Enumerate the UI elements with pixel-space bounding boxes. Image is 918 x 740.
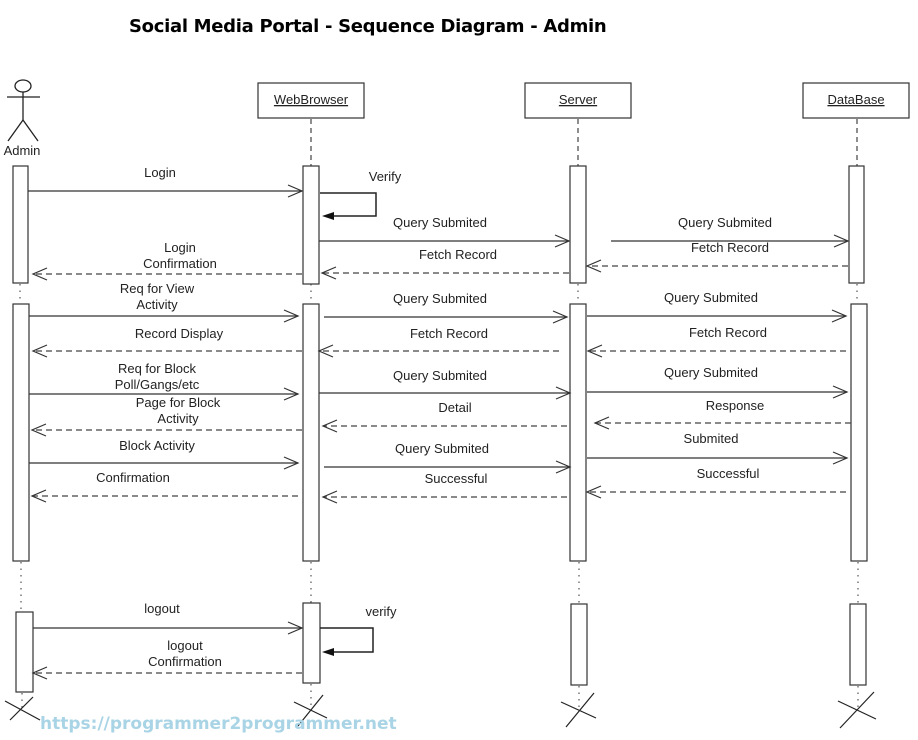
lifeline-server: Server bbox=[524, 82, 632, 119]
message-sync: Block Activity bbox=[29, 438, 300, 470]
message-label: Query Submited bbox=[393, 215, 487, 230]
message-return: logoutConfirmation bbox=[31, 638, 302, 680]
activation-bar-database bbox=[849, 603, 867, 686]
message-label: Login bbox=[144, 165, 176, 180]
message-label: Submited bbox=[684, 431, 739, 446]
sequence-diagram: Admin WebBrowser Server DataBase Login V… bbox=[4, 79, 910, 729]
message-return: Fetch Record bbox=[320, 247, 569, 280]
message-label: Query Submited bbox=[393, 368, 487, 383]
message-label: Activity bbox=[136, 297, 178, 312]
activation-bar-webbrowser bbox=[302, 165, 320, 285]
activation-bar-server bbox=[569, 303, 587, 562]
message-label: logout bbox=[167, 638, 203, 653]
message-label: Login bbox=[164, 240, 196, 255]
message-label: Successful bbox=[697, 466, 760, 481]
message-sync: Submited bbox=[587, 431, 849, 465]
message-label: Successful bbox=[425, 471, 488, 486]
message-return: Successful bbox=[321, 471, 567, 504]
message-return: Fetch Record bbox=[585, 240, 848, 273]
message-label: Fetch Record bbox=[419, 247, 497, 262]
message-label: Poll/Gangs/etc bbox=[115, 377, 200, 392]
activation-bar-database bbox=[850, 303, 868, 562]
message-label: Page for Block bbox=[136, 395, 221, 410]
message-sync: Query Submited bbox=[324, 291, 569, 324]
message-sync: Login bbox=[28, 165, 304, 198]
lifeline-webbrowser: WebBrowser bbox=[257, 82, 365, 119]
message-return: Page for BlockActivity bbox=[30, 395, 302, 437]
message-label: Activity bbox=[157, 411, 199, 426]
message-label: Req for View bbox=[120, 281, 195, 296]
message-label: Confirmation bbox=[148, 654, 222, 669]
activation-bar-admin bbox=[12, 303, 30, 562]
message-label: Query Submited bbox=[664, 365, 758, 380]
lifeline-database: DataBase bbox=[802, 82, 910, 119]
message-return: Fetch Record bbox=[586, 325, 846, 358]
message-sync: Query Submited bbox=[324, 441, 572, 474]
messages: Login Verify Query Submited Query Submited F… bbox=[28, 165, 851, 680]
message-return: Response bbox=[593, 398, 851, 430]
message-label: Verify bbox=[369, 169, 402, 184]
watermark: https://programmer2programmer.net bbox=[40, 714, 397, 734]
message-label: verify bbox=[365, 604, 397, 619]
message-label: Confirmation bbox=[143, 256, 217, 271]
message-self: verify bbox=[320, 604, 397, 656]
message-label: Fetch Record bbox=[410, 326, 488, 341]
activation-bar-server bbox=[570, 603, 588, 686]
destroy-x-database-icon bbox=[837, 691, 877, 729]
activation-bar-webbrowser bbox=[302, 602, 321, 684]
message-label: Record Display bbox=[135, 326, 224, 341]
message-label: Query Submited bbox=[395, 441, 489, 456]
message-return: Record Display bbox=[31, 326, 302, 358]
actor-label: Admin bbox=[4, 143, 41, 158]
actor-admin bbox=[7, 79, 40, 142]
message-sync: Query Submited bbox=[319, 215, 571, 248]
message-label: Block Activity bbox=[119, 438, 195, 453]
message-sync: Query Submited bbox=[319, 368, 572, 400]
filled-arrowhead-icon bbox=[322, 648, 334, 656]
message-self: Verify bbox=[320, 169, 402, 220]
actor-head bbox=[14, 79, 32, 93]
message-label: Query Submited bbox=[678, 215, 772, 230]
message-label: Fetch Record bbox=[691, 240, 769, 255]
message-label: logout bbox=[144, 601, 180, 616]
activation-bar-database bbox=[848, 165, 865, 284]
destroy-x-server-icon bbox=[560, 692, 597, 728]
message-return: Fetch Record bbox=[317, 326, 559, 358]
activation-bar-admin bbox=[15, 611, 34, 693]
activation-bar-webbrowser bbox=[302, 303, 320, 562]
message-label: Fetch Record bbox=[689, 325, 767, 340]
message-label: Query Submited bbox=[393, 291, 487, 306]
message-sync: Query Submited bbox=[587, 365, 849, 399]
lifeline-label: DataBase bbox=[827, 92, 884, 107]
actor-right-leg bbox=[22, 119, 39, 142]
message-return: Detail bbox=[321, 400, 567, 433]
message-return: Confirmation bbox=[30, 470, 298, 503]
filled-arrowhead-icon bbox=[322, 212, 334, 220]
message-return: LoginConfirmation bbox=[31, 240, 302, 281]
message-return: Successful bbox=[585, 466, 846, 499]
message-sync: logout bbox=[33, 601, 304, 635]
lifeline-label: Server bbox=[559, 92, 598, 107]
message-label: Detail bbox=[438, 400, 471, 415]
self-call-line bbox=[320, 192, 377, 217]
message-label: Req for Block bbox=[118, 361, 197, 376]
message-sync: Query Submited bbox=[587, 290, 848, 323]
message-label: Response bbox=[706, 398, 765, 413]
activation-bar-admin bbox=[12, 165, 29, 284]
actor-left-leg bbox=[7, 119, 24, 142]
message-label: Query Submited bbox=[664, 290, 758, 305]
lifeline-label: WebBrowser bbox=[274, 92, 349, 107]
self-call-line bbox=[320, 627, 374, 653]
lifeline-dots bbox=[19, 284, 859, 712]
message-sync: Req for ViewActivity bbox=[29, 281, 300, 323]
activation-bar-server bbox=[569, 165, 587, 284]
message-label: Confirmation bbox=[96, 470, 170, 485]
lifeline-dashes bbox=[310, 119, 858, 166]
